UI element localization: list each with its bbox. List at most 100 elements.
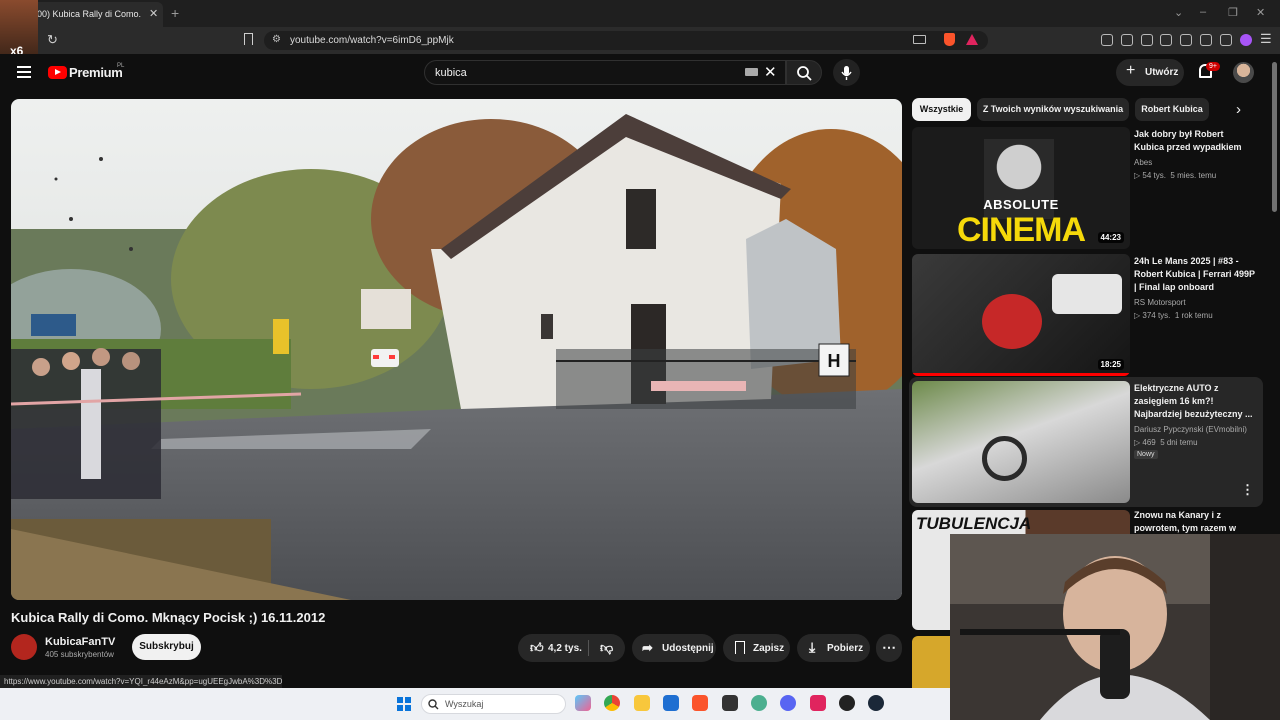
save-icon bbox=[735, 641, 745, 654]
share-icon: ➦ bbox=[642, 640, 653, 655]
minimize-icon[interactable]: – bbox=[1200, 6, 1206, 18]
webcam-overlay bbox=[950, 534, 1280, 720]
recommendation-channel[interactable]: RS Motorsport bbox=[1134, 298, 1186, 307]
address-url[interactable]: youtube.com/watch?v=6imD6_ppMjk bbox=[290, 35, 454, 46]
file-explorer-icon[interactable] bbox=[634, 695, 650, 711]
region-label: PL bbox=[117, 63, 125, 69]
recommendation-channel[interactable]: Abes bbox=[1134, 158, 1152, 167]
view-count: 54 tys. bbox=[1142, 171, 1166, 180]
recommendation-title[interactable]: Znowu na Kanary i z powrotem, tym razem … bbox=[1134, 509, 1256, 535]
save-button[interactable]: Zapisz bbox=[723, 634, 790, 662]
ai-icon[interactable] bbox=[1200, 34, 1212, 46]
voice-search-button[interactable] bbox=[833, 59, 860, 86]
cast-icon[interactable] bbox=[913, 35, 926, 44]
chip-robert-kubica[interactable]: Robert Kubica bbox=[1135, 98, 1209, 121]
like-icon[interactable]: 👍︎ bbox=[530, 640, 544, 656]
discord-icon[interactable] bbox=[780, 695, 796, 711]
channel-avatar[interactable] bbox=[11, 634, 37, 660]
view-count: 469 bbox=[1142, 438, 1156, 447]
taskbar-search-box[interactable] bbox=[421, 694, 566, 714]
recommendation-thumbnail[interactable]: ABSOLUTE CINEMA 44:23 bbox=[912, 127, 1130, 249]
channel-name[interactable]: KubicaFanTV bbox=[45, 636, 115, 648]
recommendation-thumbnail[interactable] bbox=[912, 381, 1130, 503]
brave-rewards-icon[interactable] bbox=[966, 34, 978, 45]
chip-all[interactable]: Wszystkie bbox=[912, 98, 971, 121]
taskbar-search-placeholder[interactable]: Wyszukaj bbox=[445, 699, 483, 709]
sidebar-icon[interactable] bbox=[1160, 34, 1172, 46]
share-button[interactable]: ➦ Udostępnij bbox=[632, 634, 716, 662]
app-icon[interactable] bbox=[722, 695, 738, 711]
extension-icon[interactable] bbox=[1101, 34, 1113, 46]
recommendation-thumbnail-partial[interactable] bbox=[912, 636, 950, 688]
chrome-icon[interactable] bbox=[604, 695, 620, 711]
recommendation-thumbnail[interactable]: 18:25 bbox=[912, 254, 1130, 376]
store-icon[interactable] bbox=[663, 695, 679, 711]
steam-icon[interactable] bbox=[868, 695, 884, 711]
more-actions-button[interactable]: ⋯ bbox=[876, 634, 902, 662]
recommendation-title[interactable]: Elektryczne AUTO z zasięgiem 16 km?! Naj… bbox=[1134, 382, 1256, 421]
puzzle-icon[interactable] bbox=[1121, 34, 1133, 46]
create-button[interactable]: + Utwórz bbox=[1116, 59, 1184, 86]
search-query[interactable]: kubica bbox=[435, 67, 467, 79]
clear-search-icon[interactable]: ✕ bbox=[764, 63, 777, 81]
search-input[interactable] bbox=[424, 60, 786, 85]
download-label: Pobierz bbox=[827, 643, 864, 654]
download-icon: ⤓ bbox=[809, 639, 816, 655]
create-label: Utwórz bbox=[1145, 67, 1179, 78]
video-player[interactable]: H bbox=[11, 99, 902, 600]
hamburger-menu-icon[interactable] bbox=[17, 66, 31, 78]
recommendation-title[interactable]: 24h Le Mans 2025 | #83 - Robert Kubica |… bbox=[1134, 255, 1256, 294]
wallet-icon[interactable] bbox=[1180, 34, 1192, 46]
keyboard-icon[interactable] bbox=[745, 68, 758, 76]
brave-icon[interactable] bbox=[692, 695, 708, 711]
webcam-feed bbox=[950, 534, 1280, 720]
maximize-icon[interactable]: ❐ bbox=[1228, 6, 1238, 19]
youtube-premium-logo[interactable]: Premium bbox=[69, 65, 123, 80]
obs-icon[interactable] bbox=[839, 695, 855, 711]
brave-shield-icon[interactable] bbox=[944, 33, 955, 46]
thumbnail-helmet bbox=[982, 294, 1042, 349]
upload-age: 1 rok temu bbox=[1174, 311, 1213, 320]
page-scrollbar[interactable] bbox=[1272, 62, 1277, 212]
new-tab-icon[interactable]: + bbox=[171, 5, 179, 21]
tab-search-icon[interactable]: ⌄ bbox=[1174, 6, 1183, 19]
like-count[interactable]: 4,2 tys. bbox=[548, 643, 582, 654]
thumbnail-caption-top: ABSOLUTE bbox=[983, 197, 1059, 212]
profile-icon[interactable] bbox=[1240, 34, 1252, 46]
tab-title: (200) Kubica Rally di Como. Mknący Pocis… bbox=[29, 9, 141, 19]
bookmark-icon[interactable] bbox=[244, 33, 253, 45]
download-button[interactable]: ⤓ Pobierz bbox=[797, 634, 870, 662]
reload-icon[interactable]: ↻ bbox=[47, 32, 58, 48]
recommendation-channel[interactable]: Dariusz Pypczynski (EVmobilni) bbox=[1134, 425, 1247, 434]
upload-age: 5 mies. temu bbox=[1170, 171, 1217, 180]
youtube-logo-icon[interactable] bbox=[48, 66, 67, 79]
search-icon bbox=[797, 66, 812, 81]
share-label: Udostępnij bbox=[662, 643, 714, 654]
windows-start-icon[interactable] bbox=[397, 697, 411, 711]
video-duration: 18:25 bbox=[1097, 359, 1124, 370]
search-button[interactable] bbox=[786, 60, 822, 85]
copilot-icon[interactable] bbox=[575, 695, 591, 711]
chatgpt-icon[interactable] bbox=[751, 695, 767, 711]
dislike-icon[interactable]: 👎︎ bbox=[600, 640, 613, 656]
close-window-icon[interactable]: ✕ bbox=[1256, 6, 1265, 19]
recommendation-stats: ▷ 469 5 dni temu bbox=[1134, 438, 1198, 447]
recommendation-title[interactable]: Jak dobry był Robert Kubica przed wypadk… bbox=[1134, 128, 1256, 154]
user-avatar[interactable] bbox=[1233, 62, 1254, 83]
recommendation-stats: ▷ 374 tys. 1 rok temu bbox=[1134, 311, 1213, 320]
subscribe-button[interactable]: Subskrybuj bbox=[132, 634, 201, 660]
browser-menu-icon[interactable]: ☰ bbox=[1260, 31, 1272, 47]
site-info-icon[interactable]: ⚙ bbox=[272, 34, 281, 45]
helipad-sign: H bbox=[828, 351, 841, 371]
bookmark-manager-icon[interactable] bbox=[1141, 34, 1153, 46]
subscriber-count: 405 subskrybentów bbox=[45, 650, 114, 659]
vpn-icon[interactable] bbox=[1220, 34, 1232, 46]
plus-icon: + bbox=[1126, 62, 1136, 79]
tab-close-icon[interactable]: ✕ bbox=[149, 7, 158, 20]
status-bar-url: https://www.youtube.com/watch?v=YQI_r44e… bbox=[0, 675, 282, 688]
more-options-icon[interactable]: ⋮ bbox=[1241, 482, 1254, 498]
chip-from-search[interactable]: Z Twoich wyników wyszukiwania bbox=[977, 98, 1129, 121]
chips-next-icon[interactable]: › bbox=[1236, 101, 1241, 118]
brave-beta-icon[interactable] bbox=[810, 695, 826, 711]
recommendation-stats: ▷ 54 tys. 5 mies. temu bbox=[1134, 171, 1217, 180]
